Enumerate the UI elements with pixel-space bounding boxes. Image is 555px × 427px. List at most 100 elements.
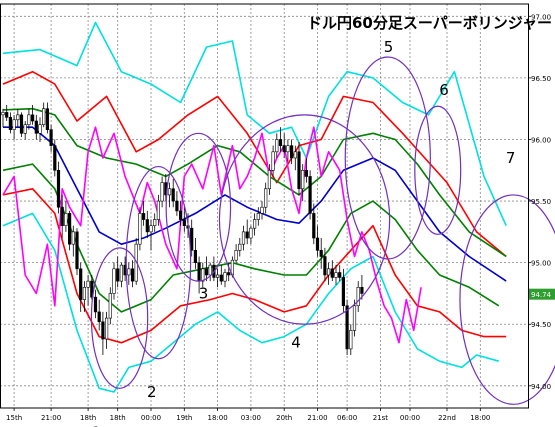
candle-body xyxy=(323,256,327,276)
candle-body xyxy=(260,206,264,214)
candle-body xyxy=(349,330,353,350)
candle-body xyxy=(197,262,201,282)
candle-body xyxy=(219,274,223,282)
bollinger-chart: 1234567 97.0096.5096.0095.5095.0094.5094… xyxy=(0,0,555,427)
candle-body xyxy=(45,108,49,130)
candle-body xyxy=(297,151,301,190)
candle-body xyxy=(182,219,186,227)
candle-body xyxy=(56,169,61,208)
candle-body xyxy=(315,237,320,251)
candle-body xyxy=(267,169,272,190)
candle-body xyxy=(16,114,20,121)
x-tick-label: 18:00 xyxy=(470,414,490,422)
candle-body xyxy=(216,274,220,278)
candle-body xyxy=(42,108,46,126)
y-tick-label: 94.50 xyxy=(531,321,551,329)
x-tick-label: 21st xyxy=(373,414,389,422)
wave-label: 7 xyxy=(506,149,516,167)
candle-body xyxy=(356,286,360,307)
candle-body xyxy=(130,268,135,282)
candle-body xyxy=(326,268,331,276)
candle-body xyxy=(330,268,334,278)
wave-label: 2 xyxy=(147,383,157,401)
candle-body xyxy=(71,231,75,245)
wave-label: 1 xyxy=(92,424,102,427)
candle-body xyxy=(101,321,105,340)
candle-body xyxy=(256,213,260,220)
candle-body xyxy=(334,272,338,278)
candle-body xyxy=(249,227,253,239)
candle-body xyxy=(301,169,305,190)
chart-background xyxy=(0,0,555,427)
candle-body xyxy=(293,151,297,159)
candle-body xyxy=(253,219,257,229)
candle-body xyxy=(49,129,53,146)
candle-body xyxy=(108,293,112,319)
candle-body xyxy=(153,219,157,227)
candle-body xyxy=(142,213,146,220)
candle-body xyxy=(156,200,161,220)
candle-body xyxy=(138,213,142,245)
candle-body xyxy=(352,305,357,331)
candle-body xyxy=(53,145,57,171)
candle-body xyxy=(227,272,231,276)
y-tick-label: 96.50 xyxy=(531,75,551,83)
chart-container: 1234567 97.0096.5096.0095.5095.0094.5094… xyxy=(0,0,555,427)
y-tick-label: 94.00 xyxy=(531,383,551,391)
candle-body xyxy=(341,277,346,307)
x-tick-label: 06:00 xyxy=(337,414,357,422)
candle-body xyxy=(167,188,172,196)
candle-body xyxy=(308,176,312,214)
x-tick-label: 00:00 xyxy=(400,414,420,422)
candle-body xyxy=(19,114,24,134)
candle-body xyxy=(278,139,283,146)
candle-body xyxy=(223,272,227,282)
candle-body xyxy=(38,124,42,134)
y-tick-label: 95.50 xyxy=(531,198,551,206)
candle-body xyxy=(8,117,13,130)
y-tick-label: 96.00 xyxy=(531,136,551,144)
candle-body xyxy=(238,243,242,251)
candle-body xyxy=(23,124,27,134)
candle-body xyxy=(5,112,9,118)
candle-body xyxy=(119,264,123,282)
candle-body xyxy=(282,145,286,153)
candle-body xyxy=(312,213,316,239)
x-tick-label: 18th xyxy=(110,414,126,422)
candle-body xyxy=(75,231,79,270)
x-tick-label: 19th xyxy=(176,414,192,422)
candle-body xyxy=(116,268,120,282)
candle-body xyxy=(201,268,205,282)
candle-body xyxy=(97,311,101,323)
candle-body xyxy=(275,139,279,153)
candle-body xyxy=(127,268,131,276)
candle-body xyxy=(271,151,275,171)
chart-title: ドル円60分足スーパーボリンジャー xyxy=(307,14,552,32)
wave-label: 4 xyxy=(291,334,301,352)
candle-body xyxy=(245,231,249,239)
candle-body xyxy=(304,169,309,177)
candle-body xyxy=(64,213,68,227)
x-tick-label: 22nd xyxy=(438,414,456,422)
candle-body xyxy=(145,219,149,233)
candle-body xyxy=(112,268,116,294)
candle-body xyxy=(105,317,109,340)
wave-label: 5 xyxy=(384,38,394,56)
candle-body xyxy=(264,188,268,208)
candle-body xyxy=(234,250,238,261)
candle-body xyxy=(345,305,349,350)
candle-body xyxy=(149,225,153,233)
y-tick-label: 95.00 xyxy=(531,260,551,268)
x-tick-label: 15th xyxy=(6,414,22,422)
x-tick-label: 18:00 xyxy=(208,414,228,422)
candle-body xyxy=(82,286,86,300)
x-tick-label: 20th xyxy=(276,414,292,422)
candle-body xyxy=(27,114,31,126)
candle-body xyxy=(160,182,164,202)
x-tick-label: 00:00 xyxy=(141,414,161,422)
x-tick-label: 21:00 xyxy=(307,414,327,422)
candle-body xyxy=(60,206,64,227)
candle-body xyxy=(175,200,179,212)
current-price-label: 94.74 xyxy=(531,291,552,299)
candle-body xyxy=(30,114,35,122)
